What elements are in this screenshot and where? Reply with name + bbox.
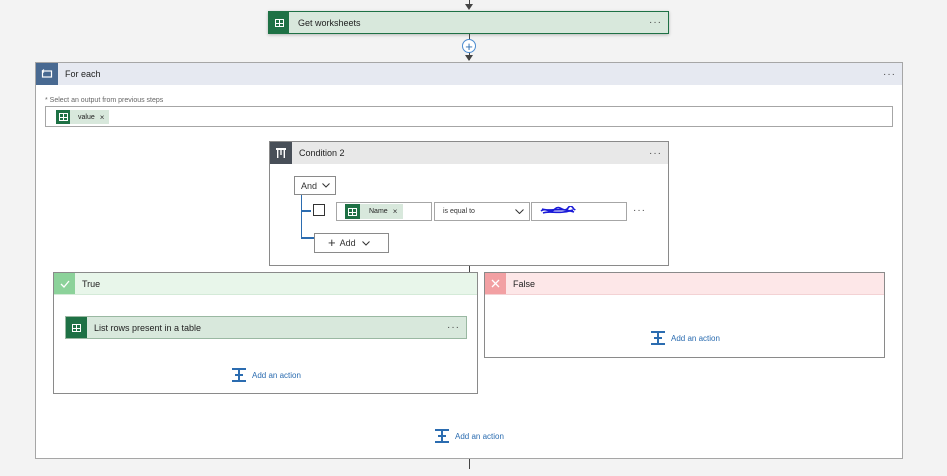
connector-arrow-head: [465, 55, 473, 61]
condition-card: Condition 2 ··· And Name × is equal to ·…: [269, 141, 669, 266]
list-rows-title: List rows present in a table: [94, 322, 202, 333]
value-token-remove-button[interactable]: ×: [100, 113, 105, 122]
chevron-down-icon: [361, 240, 370, 246]
condition-icon: [270, 142, 292, 164]
get-worksheets-card[interactable]: Get worksheets ···: [268, 11, 669, 34]
loop-icon: [36, 63, 58, 85]
condition-menu-button[interactable]: ···: [649, 148, 662, 159]
excel-icon: [66, 317, 87, 338]
for-each-header[interactable]: For each ···: [36, 63, 902, 85]
for-each-title: For each: [65, 69, 101, 79]
insert-step-button[interactable]: +: [462, 39, 476, 53]
for-each-add-action-label: Add an action: [455, 431, 504, 441]
true-branch-header[interactable]: True: [54, 273, 477, 295]
name-token-remove-button[interactable]: ×: [393, 207, 398, 216]
select-output-label: * Select an output from previous steps: [45, 97, 164, 104]
false-add-action-label: Add an action: [671, 333, 720, 343]
add-action-icon: [435, 429, 449, 443]
chevron-down-icon: [515, 209, 524, 214]
operator-value: is equal to: [443, 208, 475, 215]
bottom-connector-line: [469, 459, 470, 469]
plus-icon: +: [328, 235, 336, 250]
add-action-icon: [651, 331, 665, 345]
true-branch-title: True: [82, 278, 101, 289]
chevron-down-icon: [322, 183, 330, 188]
operator-select[interactable]: is equal to: [434, 202, 530, 221]
select-output-input[interactable]: value ×: [45, 106, 893, 127]
true-add-action[interactable]: Add an action: [232, 368, 301, 382]
get-worksheets-menu-button[interactable]: ···: [649, 17, 662, 28]
group-bracket: [301, 195, 311, 238]
excel-icon: [269, 12, 289, 33]
top-arrow-head: [465, 4, 473, 10]
row-menu-button[interactable]: ···: [633, 205, 646, 216]
redaction-scribble: [540, 206, 576, 214]
right-operand-input[interactable]: [531, 202, 627, 221]
false-add-action[interactable]: Add an action: [651, 331, 720, 345]
true-add-action-label: Add an action: [252, 370, 301, 380]
for-each-menu-button[interactable]: ···: [883, 69, 896, 80]
add-row-button[interactable]: + Add: [314, 233, 389, 253]
get-worksheets-title: Get worksheets: [298, 17, 361, 28]
add-action-icon: [232, 368, 246, 382]
group-operator-value: And: [301, 180, 318, 191]
excel-icon: [56, 110, 70, 124]
false-branch: False Add an action: [484, 272, 885, 358]
list-rows-card[interactable]: List rows present in a table ···: [65, 316, 467, 339]
group-bracket-top: [301, 210, 311, 212]
false-branch-title: False: [513, 278, 536, 289]
condition-title: Condition 2: [299, 148, 345, 158]
excel-icon: [345, 204, 360, 219]
group-bracket-bottom: [301, 237, 315, 239]
add-row-label: Add: [339, 238, 356, 248]
value-token[interactable]: value ×: [56, 110, 110, 124]
for-each-add-action[interactable]: Add an action: [435, 429, 504, 443]
name-token[interactable]: Name ×: [345, 204, 404, 219]
close-icon: [485, 273, 506, 294]
condition-header[interactable]: Condition 2 ···: [270, 142, 668, 164]
list-rows-menu-button[interactable]: ···: [447, 322, 460, 333]
false-branch-header[interactable]: False: [485, 273, 884, 295]
name-token-label: Name: [369, 208, 388, 215]
row-checkbox[interactable]: [313, 204, 325, 216]
true-branch: True List rows present in a table ··· Ad…: [53, 272, 478, 394]
group-operator-select[interactable]: And: [294, 176, 336, 195]
check-icon: [54, 273, 75, 294]
left-operand-input[interactable]: Name ×: [336, 202, 432, 221]
value-token-label: value: [78, 113, 95, 121]
